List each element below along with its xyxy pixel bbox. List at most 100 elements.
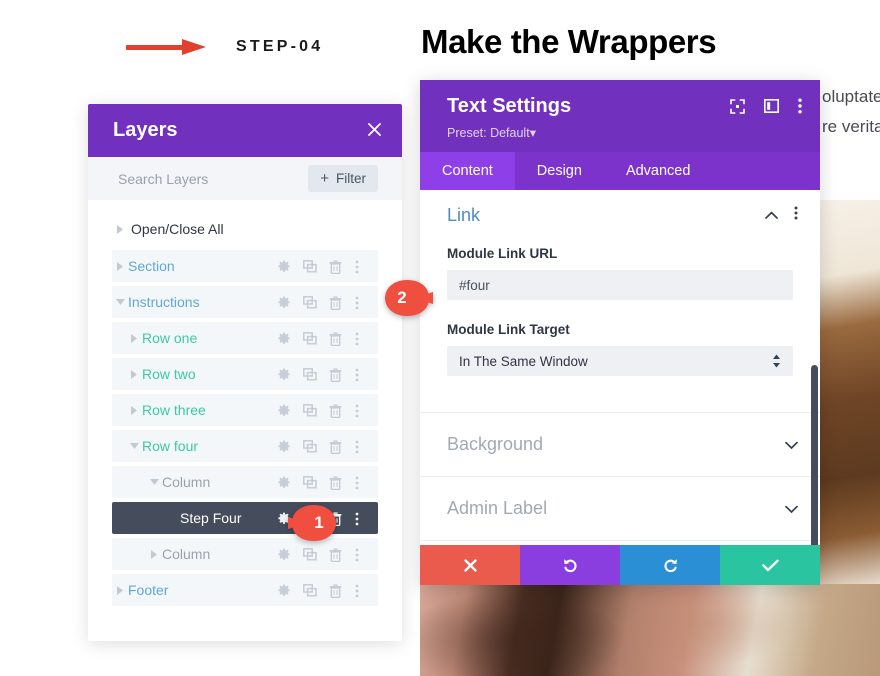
section-header-link[interactable]: Link — [420, 190, 820, 240]
text-settings-panel: Text Settings Preset: Default▾ Content D… — [420, 80, 820, 585]
section-title-admin-label: Admin Label — [447, 498, 548, 518]
more-vertical-icon[interactable] — [355, 440, 368, 453]
trash-icon[interactable] — [329, 295, 342, 310]
tab-content[interactable]: Content — [420, 152, 515, 190]
chevron-right-icon[interactable] — [112, 261, 128, 271]
layer-row-row-four[interactable]: Row four — [112, 430, 378, 462]
chevron-down-icon[interactable] — [785, 441, 798, 449]
chevron-down-icon: ▾ — [529, 126, 536, 140]
undo-button[interactable] — [520, 545, 620, 585]
chevron-right-icon[interactable] — [126, 369, 142, 379]
chevron-right-icon[interactable] — [112, 585, 128, 595]
tab-advanced[interactable]: Advanced — [604, 152, 713, 190]
callout-marker-2-label: 2 — [397, 288, 407, 307]
layout-panel-icon[interactable] — [764, 99, 779, 113]
chevron-down-icon[interactable] — [146, 478, 162, 486]
gear-icon[interactable] — [277, 548, 290, 561]
duplicate-icon[interactable] — [303, 331, 317, 345]
duplicate-icon[interactable] — [303, 367, 317, 381]
layer-row-step-four[interactable]: Step Four — [112, 502, 378, 534]
more-vertical-icon[interactable] — [355, 260, 368, 273]
duplicate-icon[interactable] — [303, 583, 317, 597]
layer-row-footer[interactable]: Footer — [112, 574, 378, 606]
layer-row-column[interactable]: Column — [112, 538, 378, 570]
more-vertical-icon[interactable] — [794, 206, 798, 225]
trash-icon[interactable] — [329, 331, 342, 346]
trash-icon[interactable] — [329, 367, 342, 382]
more-vertical-icon[interactable] — [355, 368, 368, 381]
more-vertical-icon[interactable] — [355, 476, 368, 489]
layer-row-section[interactable]: Section — [112, 250, 378, 282]
expand-icon[interactable] — [730, 98, 745, 114]
gear-icon[interactable] — [277, 296, 290, 309]
gear-icon[interactable] — [277, 368, 290, 381]
gear-icon[interactable] — [277, 404, 290, 417]
module-link-url-input[interactable] — [447, 270, 793, 300]
open-close-all-row[interactable]: Open/Close All — [112, 214, 378, 244]
preset-selector[interactable]: Preset: Default▾ — [447, 125, 571, 140]
more-vertical-icon[interactable] — [355, 404, 368, 417]
filter-button[interactable]: + Filter — [308, 165, 378, 192]
trash-icon[interactable] — [329, 583, 342, 598]
section-title-background: Background — [447, 434, 544, 454]
layer-row-instructions[interactable]: Instructions — [112, 286, 378, 318]
layer-row-row-three[interactable]: Row three — [112, 394, 378, 426]
more-vertical-icon[interactable] — [355, 332, 368, 345]
module-link-target-value: In The Same Window — [459, 353, 588, 369]
layer-row-actions — [277, 367, 378, 382]
trash-icon[interactable] — [329, 403, 342, 418]
duplicate-icon[interactable] — [303, 403, 317, 417]
trash-icon[interactable] — [329, 475, 342, 490]
layer-row-actions — [277, 295, 378, 310]
gear-icon[interactable] — [277, 584, 290, 597]
layers-search-row: + Filter — [88, 157, 402, 200]
redo-button[interactable] — [620, 545, 720, 585]
layer-row-actions — [277, 583, 378, 598]
layer-row-row-two[interactable]: Row two — [112, 358, 378, 390]
chevron-down-icon[interactable] — [785, 505, 798, 513]
cancel-button[interactable] — [420, 545, 520, 585]
layers-panel-title: Layers — [113, 119, 178, 141]
close-icon[interactable] — [367, 120, 382, 141]
layer-row-label: Row four — [142, 438, 199, 454]
callout-marker-1-label: 1 — [314, 513, 324, 532]
chevron-right-icon[interactable] — [126, 405, 142, 415]
more-vertical-icon[interactable] — [355, 296, 368, 309]
duplicate-icon[interactable] — [303, 475, 317, 489]
more-vertical-icon[interactable] — [355, 584, 368, 597]
chevron-right-icon[interactable] — [126, 333, 142, 343]
page-title: Make the Wrappers — [421, 23, 717, 60]
chevron-right-icon[interactable] — [146, 549, 162, 559]
section-header-admin-label[interactable]: Admin Label — [420, 477, 820, 540]
layer-row-label: Section — [128, 258, 175, 274]
layer-row-label: Column — [162, 546, 211, 562]
layers-panel-header: Layers — [88, 104, 402, 157]
gear-icon[interactable] — [277, 440, 290, 453]
trash-icon[interactable] — [329, 259, 342, 274]
search-input[interactable] — [118, 170, 298, 187]
tab-design[interactable]: Design — [515, 152, 604, 190]
chevron-up-icon[interactable] — [765, 211, 778, 219]
duplicate-icon[interactable] — [303, 295, 317, 309]
section-header-background[interactable]: Background — [420, 413, 820, 476]
duplicate-icon[interactable] — [303, 259, 317, 273]
more-vertical-icon[interactable] — [355, 512, 368, 525]
more-vertical-icon[interactable] — [355, 548, 368, 561]
trash-icon[interactable] — [329, 439, 342, 454]
save-button[interactable] — [720, 545, 820, 585]
duplicate-icon[interactable] — [303, 439, 317, 453]
chevron-right-icon[interactable] — [112, 224, 128, 234]
layer-row-column[interactable]: Column — [112, 466, 378, 498]
chevron-down-icon[interactable] — [112, 298, 128, 306]
background-text-line-1: oluptate — [822, 87, 880, 106]
more-vertical-icon[interactable] — [798, 98, 802, 114]
layer-row-row-one[interactable]: Row one — [112, 322, 378, 354]
settings-scrollbar[interactable] — [811, 365, 818, 545]
gear-icon[interactable] — [277, 476, 290, 489]
trash-icon[interactable] — [329, 547, 342, 562]
module-link-target-select[interactable]: In The Same Window — [447, 346, 793, 376]
chevron-down-icon[interactable] — [126, 442, 142, 450]
gear-icon[interactable] — [277, 332, 290, 345]
duplicate-icon[interactable] — [303, 547, 317, 561]
gear-icon[interactable] — [277, 260, 290, 273]
